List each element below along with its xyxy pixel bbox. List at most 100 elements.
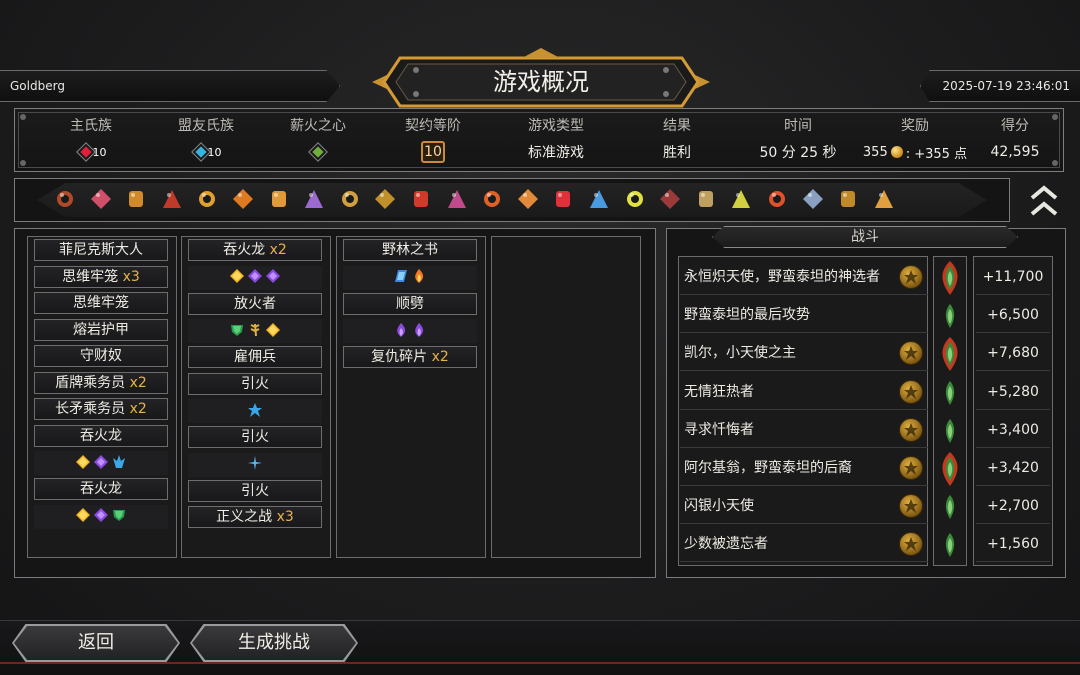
battle-name: 闪银小天使 (684, 498, 754, 515)
pyre-heart-icon[interactable] (308, 142, 328, 162)
purple-flame-gem-icon[interactable] (412, 322, 426, 341)
card-item[interactable]: 思维牢笼 (34, 292, 168, 314)
spear-relic-icon[interactable] (695, 188, 717, 210)
battle-name: 野蛮泰坦的最后攻势 (684, 307, 810, 324)
boss-torch-icon (937, 336, 963, 372)
battle-row[interactable]: 凯尔，小天使之主 (680, 335, 928, 372)
blue-star-gem-icon[interactable] (248, 402, 262, 421)
collapse-chevron-icon[interactable] (1024, 182, 1064, 220)
blue-flame-gem-icon[interactable] (112, 454, 126, 473)
blue-spark-gem-icon[interactable] (248, 455, 262, 474)
ally-clan-icon[interactable] (190, 142, 211, 162)
upgrade-gems (34, 451, 168, 475)
green-gem-icon[interactable] (230, 322, 244, 341)
main-clan-icon[interactable] (75, 142, 96, 162)
card-name: 菲尼克斯大人 (59, 242, 143, 258)
battle-row[interactable]: 阿尔基翁，野蛮泰坦的后裔 (680, 450, 928, 486)
green-gem-icon[interactable] (112, 507, 126, 526)
purple-gem-icon[interactable] (94, 507, 108, 526)
crown-badge-icon (899, 341, 923, 366)
wand-relic-icon[interactable] (446, 188, 468, 210)
ally-clan-label: 盟友氏族 (178, 118, 234, 134)
bat-relic-icon[interactable] (659, 188, 681, 210)
lantern-relic-icon[interactable] (196, 188, 218, 210)
deck-column-1: 菲尼克斯大人 思维牢笼 x3 思维牢笼 熔岩护甲 守财奴 盾牌乘务员 x2 长矛乘务员 x2… (27, 236, 177, 558)
card-item[interactable]: 长矛乘务员 x2 (34, 398, 168, 420)
blades-relic-icon[interactable] (374, 188, 396, 210)
sun-relic-icon[interactable] (268, 188, 290, 210)
flask-relic-icon[interactable] (588, 188, 610, 210)
card-item[interactable]: 吞火龙 x2 (188, 239, 322, 261)
card-item[interactable]: 引火 (188, 479, 322, 502)
ember-relic-icon[interactable] (766, 188, 788, 210)
score-stat: 得分 42,595 (979, 115, 1051, 163)
card-item[interactable]: 熔岩护甲 (34, 318, 168, 341)
card-item[interactable]: 复仇碎片 x2 (343, 346, 477, 368)
score-label: 得分 (1001, 118, 1029, 134)
staff-relic-icon[interactable] (303, 188, 325, 210)
card-item[interactable]: 正义之战 x3 (188, 506, 322, 528)
card-item[interactable]: 引火 (188, 426, 322, 448)
scroll-relic-icon[interactable] (517, 188, 539, 210)
battle-name: 阿尔基翁，野蛮泰坦的后裔 (684, 460, 852, 476)
purple-gem-icon[interactable] (94, 454, 108, 473)
purple-flame-gem-icon[interactable] (394, 322, 408, 341)
card-count: x2 (129, 401, 147, 417)
coin-icon (890, 146, 903, 158)
battle-row[interactable]: 野蛮泰坦的最后攻势 (680, 297, 928, 334)
orange-flame-gem-icon[interactable] (412, 268, 426, 287)
wheat-gem-icon[interactable] (248, 322, 262, 341)
upgrade-gems (188, 452, 322, 477)
card-name: 顺劈 (396, 295, 424, 312)
card-item[interactable]: 顺劈 (343, 292, 477, 315)
winged-badge-icon (899, 265, 923, 289)
crystal-relic-icon[interactable] (624, 188, 646, 210)
mask-relic-icon[interactable] (481, 188, 503, 210)
purple-gem-icon[interactable] (266, 268, 280, 287)
card-name: 复仇碎片 (371, 349, 428, 365)
card-name: 思维牢笼 (62, 268, 119, 285)
battle-row[interactable]: 无情狂热者 (680, 374, 928, 410)
back-button[interactable]: 返回 (14, 626, 178, 660)
card-item[interactable]: 野林之书 (343, 239, 477, 261)
burst-relic-icon[interactable] (552, 188, 574, 210)
card-item[interactable]: 引火 (188, 372, 322, 395)
maw-relic-icon[interactable] (90, 188, 112, 210)
skull-relic-icon[interactable] (54, 188, 76, 210)
card-item[interactable]: 放火者 (188, 292, 322, 315)
purple-gem-icon[interactable] (248, 268, 262, 287)
wings-relic-icon[interactable] (339, 188, 361, 210)
key-relic-icon[interactable] (873, 188, 895, 210)
card-item[interactable]: 雇佣兵 (188, 346, 322, 368)
torch-icon (937, 375, 963, 411)
tablet-relic-icon[interactable] (232, 188, 254, 210)
larva-relic-icon[interactable] (730, 188, 752, 210)
card-item[interactable]: 思维牢笼 x3 (34, 265, 168, 288)
battle-row[interactable]: 少数被遗忘者 (680, 526, 928, 563)
silver-badge-icon (899, 494, 923, 519)
card-item[interactable]: 菲尼克斯大人 (34, 239, 168, 261)
tome-relic-icon[interactable] (837, 188, 859, 210)
card-item[interactable]: 吞火龙 (34, 478, 168, 500)
gold-gem-icon[interactable] (266, 322, 280, 341)
covenant-stat: 契约等阶 10 (393, 115, 473, 163)
card-name: 长矛乘务员 (55, 401, 126, 417)
urn-relic-icon[interactable] (125, 188, 147, 210)
card-item[interactable]: 盾牌乘务员 x2 (34, 371, 168, 394)
fork-relic-icon[interactable] (802, 188, 824, 210)
generate-challenge-button[interactable]: 生成挑战 (192, 626, 356, 660)
card-name: 引火 (241, 482, 269, 499)
card-item[interactable]: 守财奴 (34, 345, 168, 367)
gold-gem-icon[interactable] (76, 454, 90, 473)
battle-row[interactable]: 闪银小天使 (680, 488, 928, 525)
battle-tab[interactable]: 战斗 (712, 226, 1018, 248)
card-count: x3 (122, 268, 140, 285)
gold-gem-icon[interactable] (76, 507, 90, 526)
battle-row[interactable]: 永恒炽天使，野蛮泰坦的神选者 (680, 259, 928, 295)
demon-relic-icon[interactable] (410, 188, 432, 210)
card-item[interactable]: 吞火龙 (34, 424, 168, 447)
battle-row[interactable]: 寻求忏悔者 (680, 412, 928, 448)
claw-relic-icon[interactable] (161, 188, 183, 210)
blue-card-gem-icon[interactable] (394, 268, 408, 287)
gold-gem-icon[interactable] (230, 268, 244, 287)
